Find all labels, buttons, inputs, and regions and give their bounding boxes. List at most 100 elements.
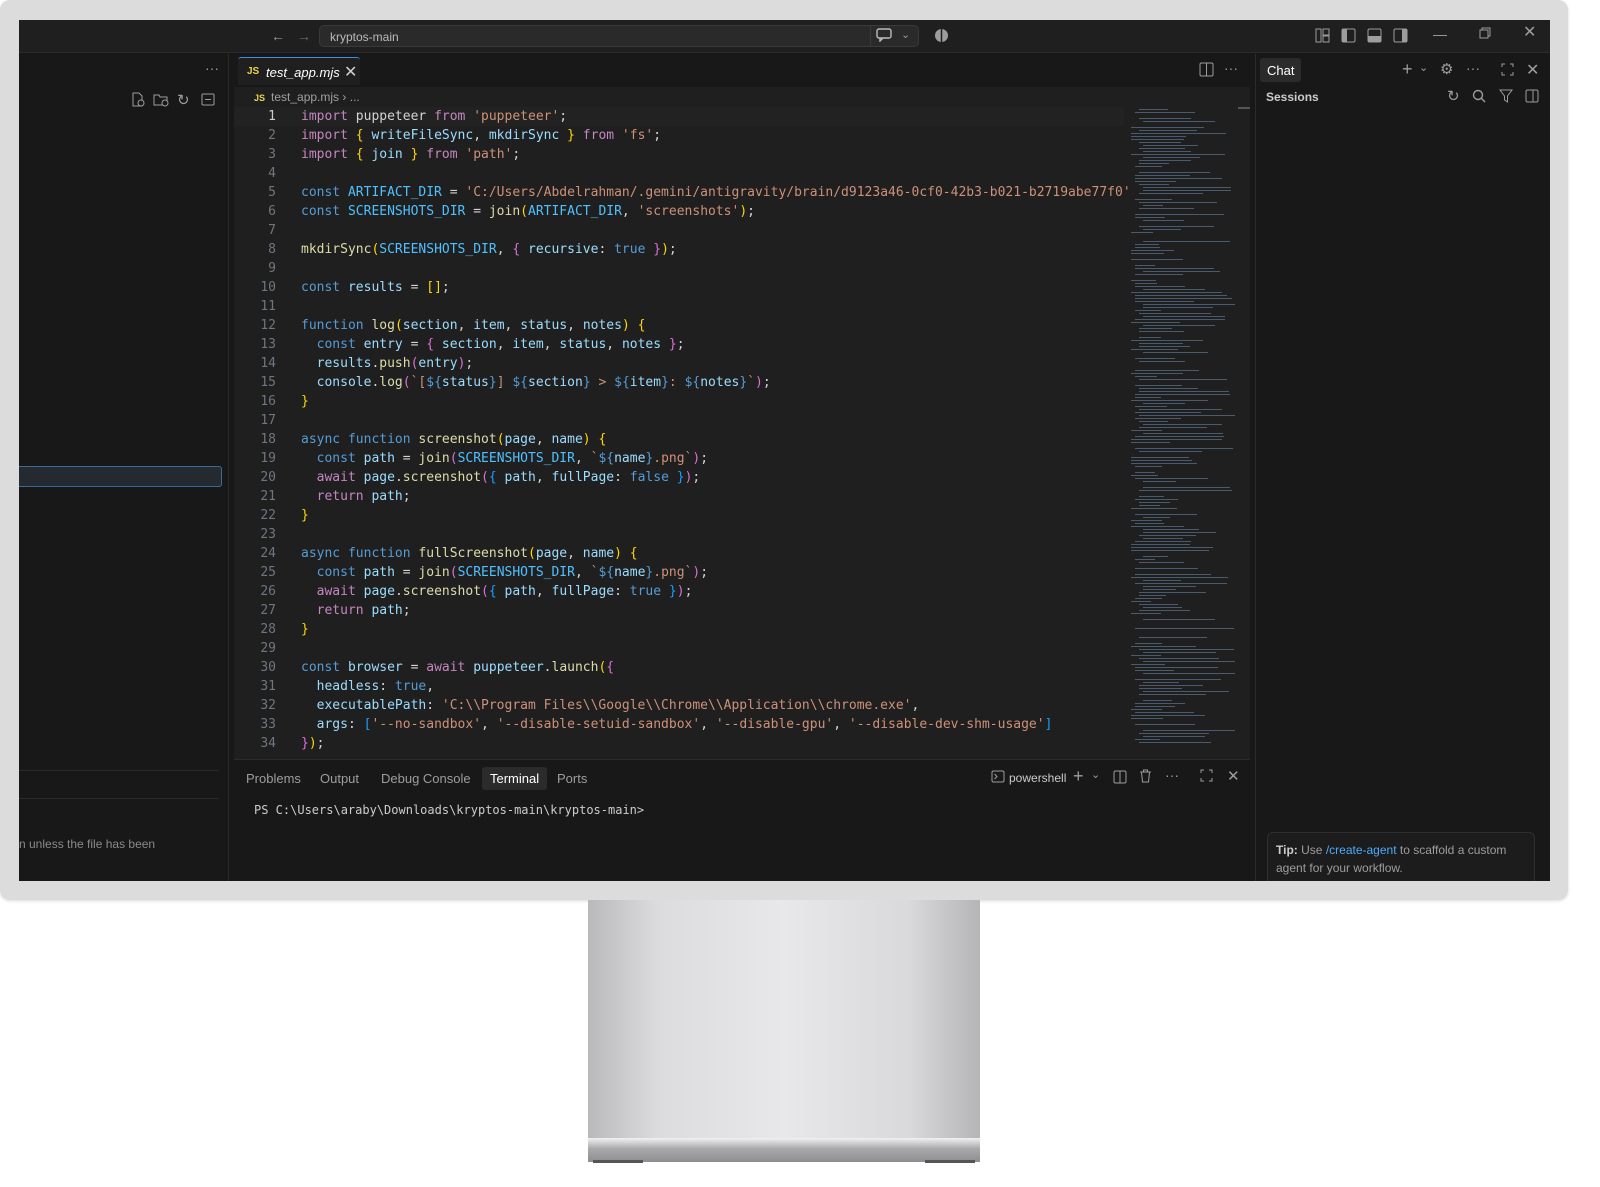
- code-line[interactable]: 3 import { join } from 'path';: [234, 145, 1124, 164]
- secondary-sidebar-icon[interactable]: [1393, 28, 1408, 45]
- gear-icon[interactable]: ⚙: [1440, 60, 1453, 78]
- code-line[interactable]: 23: [234, 525, 1124, 544]
- code-line[interactable]: 16}: [234, 392, 1124, 411]
- close-chat-icon[interactable]: ✕: [1526, 60, 1539, 80]
- new-terminal-icon[interactable]: +: [1073, 766, 1084, 787]
- chevron-down-icon[interactable]: ⌄: [1419, 61, 1428, 74]
- tab-problems[interactable]: Problems: [246, 771, 301, 786]
- code-line[interactable]: 30 const browser = await puppeteer.launch…: [234, 658, 1124, 677]
- new-chat-icon[interactable]: +: [1402, 59, 1413, 80]
- code-line[interactable]: 26 await page.screenshot({ path, fullPag…: [234, 582, 1124, 601]
- code-line[interactable]: 2 import { writeFileSync, mkdirSync } fro…: [234, 126, 1124, 145]
- maximize-chat-icon[interactable]: [1501, 63, 1514, 79]
- chevron-right-icon: ›: [339, 90, 350, 104]
- breadcrumb-file[interactable]: test_app.mjs: [271, 90, 339, 104]
- sessions-sidebar-icon[interactable]: [1525, 89, 1539, 106]
- split-editor-icon[interactable]: [1199, 62, 1214, 80]
- code-line[interactable]: 32 executablePath: 'C:\\Program Files\\G…: [234, 696, 1124, 715]
- code-line[interactable]: 29: [234, 639, 1124, 658]
- code-line[interactable]: 9: [234, 259, 1124, 278]
- minimap-line: [1143, 532, 1216, 533]
- terminal-prompt[interactable]: PS C:\Users\araby\Downloads\kryptos-main…: [254, 803, 644, 817]
- minimap[interactable]: [1129, 107, 1235, 747]
- minimap-line: [1135, 295, 1227, 296]
- close-icon[interactable]: ✕: [1523, 25, 1536, 41]
- code-line[interactable]: 34});: [234, 734, 1124, 753]
- copilot-icon[interactable]: [876, 28, 892, 44]
- create-agent-link[interactable]: /create-agent: [1326, 843, 1397, 857]
- minimap-scroll-indicator[interactable]: [1238, 107, 1250, 109]
- editor-more-icon[interactable]: ···: [1224, 60, 1238, 76]
- command-center[interactable]: kryptos-main: [319, 25, 919, 47]
- code-line[interactable]: 5 const ARTIFACT_DIR = 'C:/Users/Abdelrah…: [234, 183, 1130, 202]
- code-line[interactable]: 33 args: ['--no-sandbox', '--disable-set…: [234, 715, 1124, 734]
- tab-output[interactable]: Output: [320, 771, 359, 786]
- filter-icon[interactable]: [1499, 89, 1513, 106]
- minimap-line: [1143, 433, 1223, 434]
- chevron-down-icon[interactable]: ⌄: [901, 28, 910, 42]
- code-line[interactable]: 22}: [234, 506, 1124, 525]
- collapse-all-icon[interactable]: [201, 92, 216, 110]
- split-terminal-icon[interactable]: [1113, 770, 1127, 787]
- code-line[interactable]: 28}: [234, 620, 1124, 639]
- tab-terminal[interactable]: Terminal: [482, 767, 548, 790]
- panel-more-icon[interactable]: ···: [1165, 767, 1179, 783]
- sidebar-toggle-icon[interactable]: [1341, 28, 1356, 45]
- code-line[interactable]: 4: [234, 164, 1124, 183]
- selected-tree-item[interactable]: [19, 466, 222, 487]
- code-line[interactable]: 20 await page.screenshot({ path, fullPag…: [234, 468, 1124, 487]
- minimap-line: [1135, 394, 1230, 395]
- panel-toggle-icon[interactable]: [1367, 28, 1382, 45]
- code-area[interactable]: 1 import puppeteer from 'puppeteer'; 2 impo…: [234, 107, 1131, 773]
- code-line[interactable]: 15 console.log(`[${status}] ${section} >…: [234, 373, 1124, 392]
- maximize-panel-icon[interactable]: [1200, 769, 1213, 785]
- code-line[interactable]: 31 headless: true,: [234, 677, 1124, 696]
- code-line[interactable]: 1 import puppeteer from 'puppeteer';: [234, 107, 1124, 126]
- tab-debug-console[interactable]: Debug Console: [381, 771, 471, 786]
- more-actions-icon[interactable]: ···: [205, 60, 219, 76]
- minimap-line: [1143, 673, 1235, 674]
- tab-chat[interactable]: Chat: [1260, 58, 1302, 82]
- layout-icon[interactable]: [1315, 28, 1330, 45]
- minimap-line: [1139, 346, 1190, 347]
- code-line[interactable]: 8 mkdirSync(SCREENSHOTS_DIR, { recursive:…: [234, 240, 1124, 259]
- trash-icon[interactable]: [1139, 769, 1152, 786]
- accounts-icon[interactable]: [934, 28, 949, 45]
- close-panel-icon[interactable]: ✕: [1227, 767, 1240, 785]
- new-folder-icon[interactable]: [153, 92, 169, 110]
- code-line[interactable]: 19 const path = join(SCREENSHOTS_DIR, `$…: [234, 449, 1124, 468]
- minimap-line: [1131, 709, 1162, 710]
- tab-ports[interactable]: Ports: [557, 771, 587, 786]
- code-line[interactable]: 13 const entry = { section, item, status…: [234, 335, 1124, 354]
- tab-test-app[interactable]: JS test_app.mjs ✕: [238, 57, 360, 85]
- code-line[interactable]: 27 return path;: [234, 601, 1124, 620]
- code-line[interactable]: 25 const path = join(SCREENSHOTS_DIR, `$…: [234, 563, 1124, 582]
- code-line[interactable]: 10 const results = [];: [234, 278, 1124, 297]
- code-line[interactable]: 17: [234, 411, 1124, 430]
- minimize-icon[interactable]: —: [1433, 27, 1447, 41]
- breadcrumb[interactable]: JS test_app.mjs › ...: [254, 90, 360, 104]
- minimap-line: [1143, 517, 1170, 518]
- back-arrow-icon[interactable]: ←: [271, 29, 285, 43]
- code-line[interactable]: 12 function log(section, item, status, no…: [234, 316, 1124, 335]
- restore-icon[interactable]: [1479, 27, 1491, 41]
- breadcrumb-more[interactable]: ...: [350, 90, 360, 104]
- code-line[interactable]: 6 const SCREENSHOTS_DIR = join(ARTIFACT_D…: [234, 202, 1124, 221]
- tab-close-icon[interactable]: ✕: [344, 62, 357, 82]
- new-file-icon[interactable]: [130, 92, 145, 110]
- chevron-down-icon[interactable]: ⌄: [1091, 768, 1100, 781]
- minimap-line: [1139, 490, 1232, 491]
- refresh-icon[interactable]: ↻: [1447, 87, 1460, 105]
- minimap-line: [1139, 451, 1202, 452]
- terminal-shell-label[interactable]: powershell: [1009, 771, 1066, 785]
- forward-arrow-icon[interactable]: →: [297, 29, 311, 43]
- code-line[interactable]: 24 async function fullScreenshot(page, na…: [234, 544, 1124, 563]
- code-line[interactable]: 11: [234, 297, 1124, 316]
- search-icon[interactable]: [1472, 89, 1486, 106]
- code-line[interactable]: 18 async function screenshot(page, name) …: [234, 430, 1124, 449]
- code-line[interactable]: 14 results.push(entry);: [234, 354, 1124, 373]
- code-line[interactable]: 21 return path;: [234, 487, 1124, 506]
- chat-more-icon[interactable]: ···: [1466, 60, 1480, 76]
- refresh-icon[interactable]: ↻: [177, 91, 190, 109]
- code-line[interactable]: 7: [234, 221, 1124, 240]
